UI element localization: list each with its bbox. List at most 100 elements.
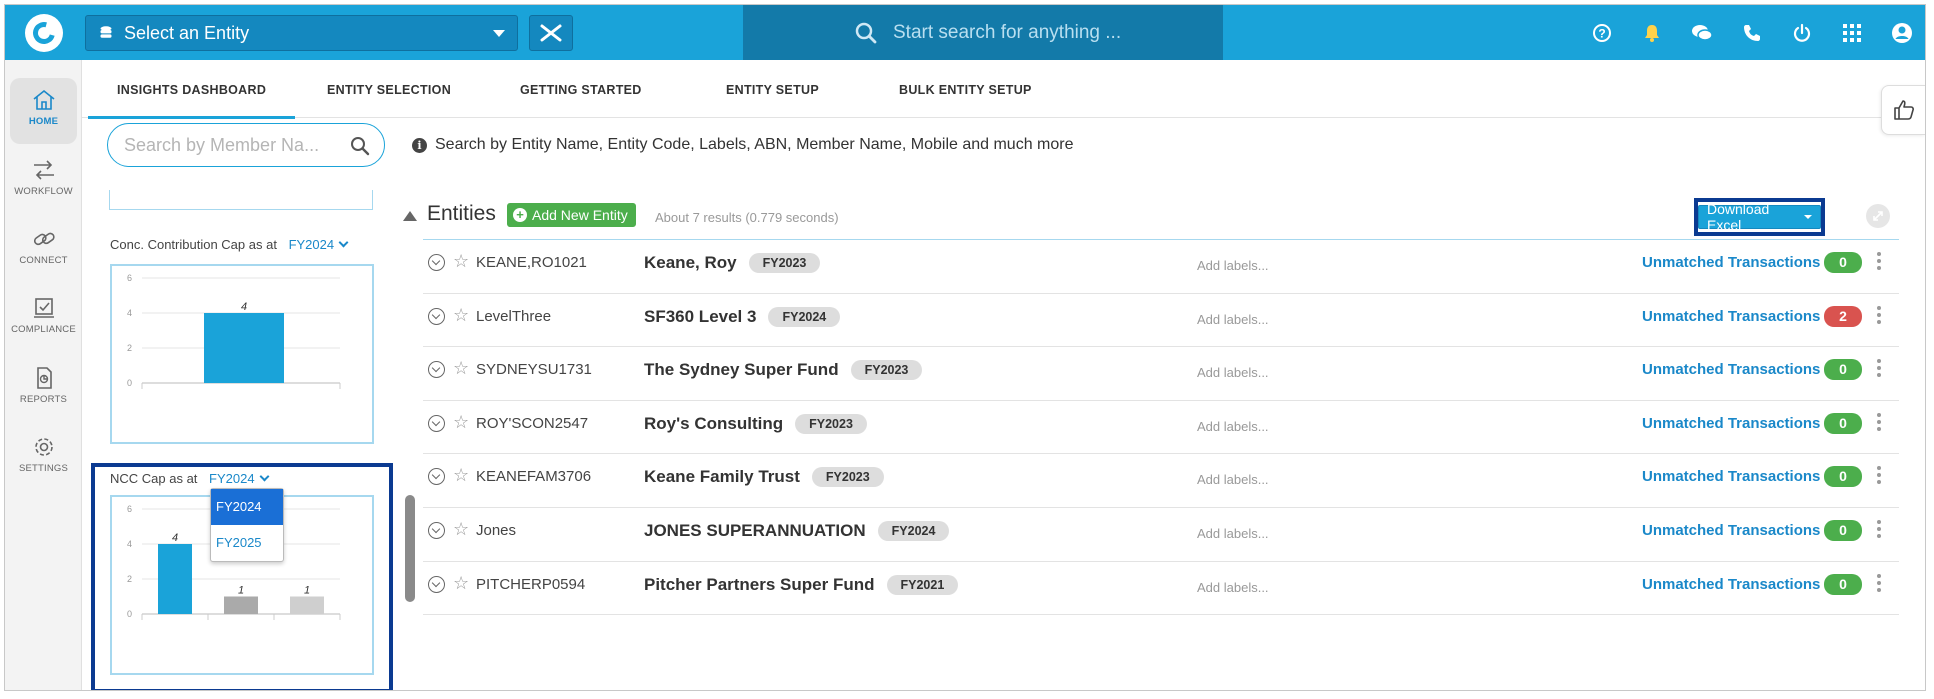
caret-down-icon xyxy=(1804,215,1812,219)
entity-name[interactable]: Keane, Roy FY2023 xyxy=(644,253,821,273)
expand-row-icon[interactable] xyxy=(428,307,445,325)
entity-row[interactable]: ☆ KEANEFAM3706 Keane Family Trust FY2023 Add… xyxy=(423,454,1899,508)
more-options-icon[interactable] xyxy=(1877,573,1881,595)
tab-entity-setup[interactable]: ENTITY SETUP xyxy=(726,83,819,97)
more-options-icon[interactable] xyxy=(1877,412,1881,434)
star-icon[interactable]: ☆ xyxy=(453,251,469,272)
rail-item-home[interactable]: HOME xyxy=(10,78,77,144)
chat-icon[interactable] xyxy=(1677,5,1727,60)
chart-bar[interactable] xyxy=(290,596,324,615)
entity-row[interactable]: ☆ Jones JONES SUPERANNUATION FY2024 Add labe… xyxy=(423,508,1899,562)
ncc-cap-label: NCC Cap as at xyxy=(110,471,198,486)
entity-name-text: Keane, Roy xyxy=(644,253,737,272)
tab-getting-started[interactable]: GETTING STARTED xyxy=(520,83,642,97)
entity-name[interactable]: Keane Family Trust FY2023 xyxy=(644,467,884,488)
entity-name[interactable]: SF360 Level 3 FY2024 xyxy=(644,306,841,327)
entity-code: PITCHERP0594 xyxy=(476,575,586,593)
star-icon[interactable]: ☆ xyxy=(453,305,469,326)
add-labels-field[interactable]: Add labels... xyxy=(1197,580,1269,595)
expand-row-icon[interactable] xyxy=(428,575,445,593)
expand-row-icon[interactable] xyxy=(428,521,445,539)
tab-insights-dashboard[interactable]: INSIGHTS DASHBOARD xyxy=(87,83,296,119)
unmatched-transactions-link[interactable]: Unmatched Transactions xyxy=(1642,361,1820,378)
expand-row-icon[interactable] xyxy=(428,468,445,486)
rail-item-workflow[interactable]: WORKFLOW xyxy=(10,148,77,214)
add-labels-field[interactable]: Add labels... xyxy=(1197,526,1269,541)
add-labels-field[interactable]: Add labels... xyxy=(1197,472,1269,487)
entity-name-text: SF360 Level 3 xyxy=(644,306,757,326)
unmatched-transactions-link[interactable]: Unmatched Transactions xyxy=(1642,415,1820,432)
star-icon[interactable]: ☆ xyxy=(453,412,469,433)
star-icon[interactable]: ☆ xyxy=(453,573,469,594)
bar-value-label: 1 xyxy=(238,585,244,597)
conc-cap-fy-select[interactable]: FY2024 xyxy=(289,237,349,252)
fy-badge: FY2021 xyxy=(886,574,959,595)
more-options-icon[interactable] xyxy=(1877,359,1881,380)
chart-bar[interactable] xyxy=(204,313,284,383)
unmatched-transactions-link[interactable]: Unmatched Transactions xyxy=(1642,254,1820,271)
feedback-button[interactable] xyxy=(1881,85,1925,135)
rail-item-connect[interactable]: CONNECT xyxy=(10,217,77,283)
entity-name[interactable]: JONES SUPERANNUATION FY2024 xyxy=(644,520,950,541)
star-icon[interactable]: ☆ xyxy=(453,519,469,540)
download-excel-button[interactable]: Download Excel xyxy=(1698,201,1821,233)
add-labels-field[interactable]: Add labels... xyxy=(1197,419,1269,434)
apps-grid-icon[interactable] xyxy=(1827,5,1877,60)
more-options-icon[interactable] xyxy=(1877,466,1881,487)
entity-row[interactable]: ☆ PITCHERP0594 Pitcher Partners Super Fund… xyxy=(423,562,1899,616)
global-search-input[interactable]: Start search for anything ... xyxy=(743,5,1223,60)
panel-scrollbar[interactable] xyxy=(405,495,415,602)
help-icon[interactable]: ? xyxy=(1577,5,1627,60)
unmatched-transactions-link[interactable]: Unmatched Transactions xyxy=(1642,468,1820,485)
chevron-down-icon xyxy=(338,237,349,248)
download-highlight: Download Excel xyxy=(1694,198,1825,236)
entity-row[interactable]: ☆ KEANE,RO1021 Keane, Roy FY2023 Add labels.… xyxy=(423,240,1899,294)
unmatched-transactions-link[interactable]: Unmatched Transactions xyxy=(1642,576,1820,593)
user-icon[interactable] xyxy=(1877,5,1925,60)
tab-bulk-entity-setup[interactable]: BULK ENTITY SETUP xyxy=(899,83,1032,97)
add-labels-field[interactable]: Add labels... xyxy=(1197,365,1269,380)
entity-select-dropdown[interactable]: Select an Entity xyxy=(85,15,518,51)
expand-icon[interactable] xyxy=(1866,204,1890,228)
more-options-icon[interactable] xyxy=(1877,519,1881,541)
member-search-input[interactable]: Search by Member Na... xyxy=(107,123,385,167)
more-options-icon[interactable] xyxy=(1877,252,1881,273)
search-icon xyxy=(855,22,877,44)
app-logo-icon[interactable] xyxy=(25,14,63,52)
xero-button[interactable] xyxy=(529,15,573,51)
unmatched-count-badge: 0 xyxy=(1824,573,1862,595)
entity-row[interactable]: ☆ LevelThree SF360 Level 3 FY2024 Add labels… xyxy=(423,294,1899,348)
entity-name[interactable]: The Sydney Super Fund FY2023 xyxy=(644,360,923,381)
collapse-triangle-icon[interactable] xyxy=(403,211,417,221)
y-tick-label: 6 xyxy=(127,273,132,283)
expand-row-icon[interactable] xyxy=(428,361,445,379)
unmatched-transactions-link[interactable]: Unmatched Transactions xyxy=(1642,308,1820,325)
more-options-icon[interactable] xyxy=(1877,305,1881,327)
entity-row[interactable]: ☆ SYDNEYSU1731 The Sydney Super Fund FY2023… xyxy=(423,347,1899,401)
expand-row-icon[interactable] xyxy=(428,254,445,271)
add-labels-field[interactable]: Add labels... xyxy=(1197,258,1269,273)
ncc-cap-title: NCC Cap as at FY2024 xyxy=(110,471,270,486)
ncc-cap-fy-select[interactable]: FY2024 xyxy=(209,471,270,486)
star-icon[interactable]: ☆ xyxy=(453,465,469,486)
dropdown-option-fy2025[interactable]: FY2025 xyxy=(211,525,283,561)
chart-bar[interactable] xyxy=(224,596,258,615)
expand-row-icon[interactable] xyxy=(428,414,445,432)
bell-icon[interactable] xyxy=(1627,5,1677,60)
phone-icon[interactable] xyxy=(1727,5,1777,60)
top-bar: Select an Entity Start search for anythi… xyxy=(5,5,1925,60)
rail-item-reports[interactable]: REPORTS xyxy=(10,356,77,422)
entity-name[interactable]: Roy's Consulting FY2023 xyxy=(644,413,867,434)
add-labels-field[interactable]: Add labels... xyxy=(1197,312,1269,327)
unmatched-transactions-link[interactable]: Unmatched Transactions xyxy=(1642,522,1820,539)
chart-bar[interactable] xyxy=(158,544,192,614)
power-icon[interactable] xyxy=(1777,5,1827,60)
entity-name[interactable]: Pitcher Partners Super Fund FY2021 xyxy=(644,574,959,595)
rail-item-compliance[interactable]: COMPLIANCE xyxy=(10,286,77,352)
add-new-entity-button[interactable]: + Add New Entity xyxy=(507,203,636,227)
dropdown-option-fy2024[interactable]: FY2024 xyxy=(211,489,283,525)
rail-item-settings[interactable]: SETTINGS xyxy=(10,425,77,491)
entity-row[interactable]: ☆ ROY'SCON2547 Roy's Consulting FY2023 Add l… xyxy=(423,401,1899,455)
star-icon[interactable]: ☆ xyxy=(453,358,469,379)
tab-entity-selection[interactable]: ENTITY SELECTION xyxy=(327,83,451,97)
